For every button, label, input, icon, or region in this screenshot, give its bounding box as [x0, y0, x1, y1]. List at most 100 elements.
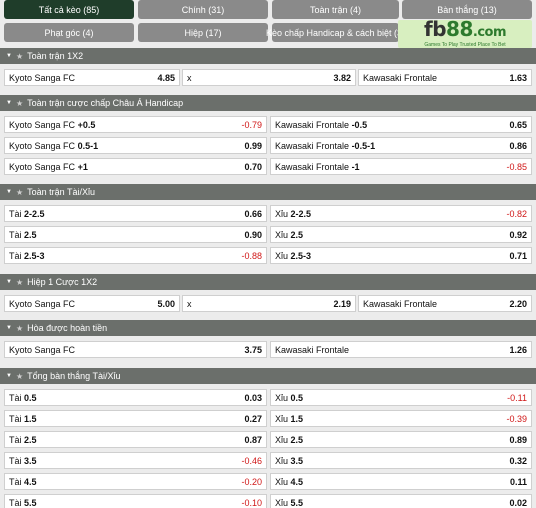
tab-main[interactable]: Chính (31)	[138, 0, 268, 19]
triangle-down-icon[interactable]: ▼	[6, 373, 12, 379]
selection-name: Tài	[9, 434, 22, 445]
odds-value: 5.00	[157, 298, 175, 309]
selection-line: 0.5-1	[77, 140, 99, 151]
odds-row: Tài 0.5 0.03 Xỉu 0.5 -0.11	[0, 389, 536, 406]
star-icon[interactable]: ★	[16, 99, 23, 108]
odds-cell[interactable]: Kyoto Sanga FC 0.5-1 0.99	[4, 137, 267, 154]
odds-cell[interactable]: Kawasaki Frontale -0.5-1 0.86	[270, 137, 532, 154]
logo-brand-a: fb	[424, 17, 447, 41]
odds-cell[interactable]: Kyoto Sanga FC +1 0.70	[4, 158, 267, 175]
selection-line: 2.5	[24, 229, 37, 240]
odds-cell[interactable]: x 3.82	[182, 69, 356, 86]
odds-cell[interactable]: Kawasaki Frontale 2.20	[358, 295, 532, 312]
odds-cell[interactable]: Xỉu 0.5 -0.11	[270, 389, 532, 406]
selection-name: Kyoto Sanga FC	[9, 72, 76, 83]
odds-cell[interactable]: Kyoto Sanga FC 3.75	[4, 341, 267, 358]
odds-section: ▼ ★ Hòa được hoàn tiền Kyoto Sanga FC 3.75 Ka…	[0, 320, 536, 358]
selection-label: Kyoto Sanga FC +0.5	[9, 120, 95, 130]
section-header[interactable]: ▼ ★ Toàn trận cược chấp Châu Á Handicap	[0, 95, 536, 111]
odds-cell[interactable]: Kawasaki Frontale 1.26	[270, 341, 532, 358]
odds-section: ▼ ★ Hiệp 1 Cược 1X2 Kyoto Sanga FC 5.00 x 2.19…	[0, 274, 536, 312]
selection-label: Xỉu 2.5	[275, 230, 303, 240]
logo-brand-b: 88	[446, 17, 473, 41]
selection-line: 4.5	[290, 476, 304, 487]
odds-row: Tài 2.5 0.90 Xỉu 2.5 0.92	[0, 226, 536, 243]
odds-cell[interactable]: x 2.19	[182, 295, 356, 312]
section-title: Tổng bàn thắng Tài/Xỉu	[27, 371, 121, 381]
logo-brand-c: .com	[472, 25, 507, 40]
triangle-down-icon[interactable]: ▼	[6, 189, 12, 195]
tab-handicap[interactable]: Kèo chấp Handicap & cách biệt (3)	[266, 23, 405, 42]
selection-name: Tài	[9, 229, 22, 240]
odds-value: 0.65	[509, 119, 527, 130]
odds-cell[interactable]: Xỉu 5.5 0.02	[270, 494, 532, 508]
odds-cell[interactable]: Xỉu 1.5 -0.39	[270, 410, 532, 427]
section-header[interactable]: ▼ ★ Hòa được hoàn tiền	[0, 320, 536, 336]
odds-cell[interactable]: Tài 2.5 0.90	[4, 226, 267, 243]
odds-value: 0.99	[244, 140, 262, 151]
odds-cell[interactable]: Tài 2.5-3 -0.88	[4, 247, 267, 264]
section-header[interactable]: ▼ ★ Hiệp 1 Cược 1X2	[0, 274, 536, 290]
odds-cell[interactable]: Xỉu 2-2.5 -0.82	[270, 205, 532, 222]
odds-cell[interactable]: Tài 0.5 0.03	[4, 389, 267, 406]
odds-section: ▼ ★ Tổng bàn thắng Tài/Xỉu Tài 0.5 0.03 Xỉu 0…	[0, 368, 536, 508]
star-icon[interactable]: ★	[16, 188, 23, 197]
selection-name: Xỉu	[275, 434, 289, 445]
selection-name: Tài	[9, 497, 22, 508]
fb88-logo: fb88.com Games To Play Trusted Place To …	[398, 17, 532, 48]
selection-label: Kyoto Sanga FC	[9, 345, 75, 355]
odds-cell[interactable]: Kyoto Sanga FC 5.00	[4, 295, 180, 312]
odds-cell[interactable]: Tài 4.5 -0.20	[4, 473, 267, 490]
odds-cell[interactable]: Kyoto Sanga FC 4.85	[4, 69, 180, 86]
odds-cell[interactable]: Xỉu 2.5 0.89	[270, 431, 532, 448]
star-icon[interactable]: ★	[16, 52, 23, 61]
selection-label: Xỉu 2.5	[275, 435, 303, 445]
triangle-down-icon[interactable]: ▼	[6, 100, 12, 106]
odds-value: 0.71	[509, 250, 527, 261]
tab-corners[interactable]: Phạt góc (4)	[4, 23, 134, 42]
section-title: Hòa được hoàn tiền	[27, 323, 108, 333]
tab-fulltime[interactable]: Toàn trận (4)	[272, 0, 399, 19]
selection-name: Kyoto Sanga FC	[9, 344, 76, 355]
odds-cell[interactable]: Kyoto Sanga FC +0.5 -0.79	[4, 116, 267, 133]
odds-cell[interactable]: Tài 5.5 -0.10	[4, 494, 267, 508]
odds-cell[interactable]: Kawasaki Frontale -1 -0.85	[270, 158, 532, 175]
odds-cell[interactable]: Xỉu 2.5-3 0.71	[270, 247, 532, 264]
odds-cell[interactable]: Tài 3.5 -0.46	[4, 452, 267, 469]
section-header[interactable]: ▼ ★ Toàn trận 1X2	[0, 48, 536, 64]
odds-cell[interactable]: Xỉu 2.5 0.92	[270, 226, 532, 243]
selection-name: Tài	[9, 250, 22, 261]
selection-line: 3.5	[24, 455, 37, 466]
odds-row: Tài 3.5 -0.46 Xỉu 3.5 0.32	[0, 452, 536, 469]
odds-row: Kyoto Sanga FC 0.5-1 0.99 Kawasaki Frontal…	[0, 137, 536, 154]
odds-cell[interactable]: Tài 2-2.5 0.66	[4, 205, 267, 222]
star-icon[interactable]: ★	[16, 324, 23, 333]
star-icon[interactable]: ★	[16, 372, 23, 381]
odds-cell[interactable]: Xỉu 4.5 0.11	[270, 473, 532, 490]
section-header[interactable]: ▼ ★ Toàn trận Tài/Xỉu	[0, 184, 536, 200]
odds-cell[interactable]: Kawasaki Frontale 1.63	[358, 69, 532, 86]
odds-cell[interactable]: Tài 2.5 0.87	[4, 431, 267, 448]
section-header[interactable]: ▼ ★ Tổng bàn thắng Tài/Xỉu	[0, 368, 536, 384]
tab-all[interactable]: Tất cả kèo (85)	[4, 0, 134, 19]
selection-label: Kawasaki Frontale	[275, 345, 349, 355]
triangle-down-icon[interactable]: ▼	[6, 53, 12, 59]
selection-name: Xỉu	[275, 497, 289, 508]
selection-line: 5.5	[290, 497, 304, 508]
selection-name: Kawasaki Frontale	[363, 72, 438, 83]
selection-label: Kyoto Sanga FC	[9, 73, 75, 83]
selection-line: 3.5	[290, 455, 304, 466]
selection-name: Tài	[9, 476, 22, 487]
odds-value: -0.85	[506, 161, 527, 172]
odds-cell[interactable]: Xỉu 3.5 0.32	[270, 452, 532, 469]
triangle-down-icon[interactable]: ▼	[6, 325, 12, 331]
selection-line: 4.5	[24, 476, 37, 487]
selection-label: Xỉu 5.5	[275, 498, 303, 508]
odds-cell[interactable]: Tài 1.5 0.27	[4, 410, 267, 427]
star-icon[interactable]: ★	[16, 278, 23, 287]
selection-line: 0.5	[290, 392, 304, 403]
odds-cell[interactable]: Kawasaki Frontale -0.5 0.65	[270, 116, 532, 133]
odds-value: 1.63	[509, 72, 527, 83]
tab-halves[interactable]: Hiệp (17)	[138, 23, 268, 42]
triangle-down-icon[interactable]: ▼	[6, 279, 12, 285]
